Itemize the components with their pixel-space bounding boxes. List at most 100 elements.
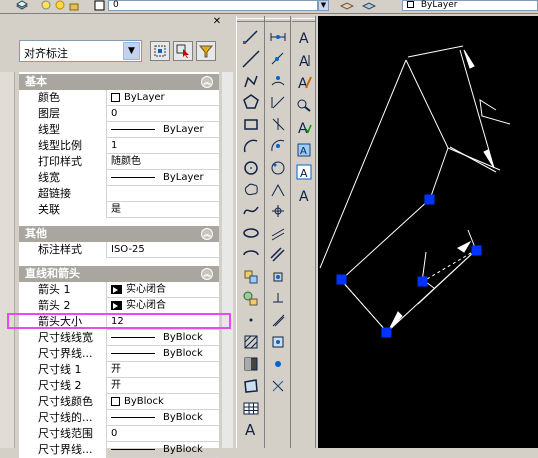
property-row-dimline-color[interactable]: 尺寸线颜色 ByBlock [19, 394, 219, 410]
property-row-arrow1[interactable]: 箭头 1 实心闭合 [19, 282, 219, 298]
property-row-extline-linetype[interactable]: 尺寸界线... ByBlock [19, 442, 219, 458]
ellipse-arc-icon[interactable] [242, 246, 260, 264]
layer-manager-icon[interactable] [16, 0, 28, 11]
justify-text-icon[interactable]: A [295, 186, 313, 204]
scale-text-icon[interactable]: A [295, 163, 313, 181]
property-value: ByBlock [111, 346, 219, 362]
property-row-lineweight[interactable]: 线宽 ByLayer [19, 170, 219, 186]
linear-dim-icon[interactable] [269, 28, 287, 46]
dim-text-edit-icon[interactable] [269, 355, 287, 373]
revision-cloud-icon[interactable] [242, 181, 260, 199]
property-row-dimline2[interactable]: 尺寸线 2 开 [19, 378, 219, 394]
grip-point[interactable] [336, 274, 347, 285]
select-objects-icon[interactable] [173, 41, 193, 61]
arc-icon[interactable] [242, 137, 260, 155]
collapse-icon[interactable]: ︽ [201, 76, 213, 88]
arc-length-icon[interactable] [269, 72, 287, 90]
grip-point[interactable] [381, 327, 392, 338]
grip-point[interactable] [424, 194, 435, 205]
tolerance-icon[interactable] [269, 290, 287, 308]
toolbar-grip[interactable] [292, 18, 315, 22]
text-style-icon[interactable]: A [295, 141, 313, 159]
property-row-dimline-weight[interactable]: 尺寸线线宽 ByBlock [19, 330, 219, 346]
ordinate-icon[interactable] [269, 93, 287, 111]
quick-leader-icon[interactable] [269, 268, 287, 286]
layer-combo[interactable]: 0 [108, 0, 318, 11]
property-row-dimstyle[interactable]: 标注样式 ISO-25 [19, 242, 219, 258]
edit-text-icon[interactable]: A [295, 73, 313, 91]
ellipse-icon[interactable] [242, 224, 260, 242]
property-row-dimline-extension[interactable]: 尺寸线范围 0 [19, 426, 219, 442]
property-row-linetype[interactable]: 线型 ByLayer [19, 122, 219, 138]
property-row-dimline-linetype[interactable]: 尺寸线的... ByBlock [19, 410, 219, 426]
jogged-icon[interactable] [269, 137, 287, 155]
layer-match-icon[interactable] [361, 0, 377, 11]
property-row-arrow2[interactable]: 箭头 2 实心闭合 [19, 298, 219, 314]
spell-icon[interactable]: A [295, 118, 313, 136]
quick-dim-icon[interactable] [269, 202, 287, 220]
center-mark-icon[interactable] [269, 311, 287, 329]
mtext-icon[interactable]: A [295, 28, 313, 46]
property-key: 箭头 2 [19, 298, 107, 314]
toolbar-grip[interactable] [265, 18, 290, 22]
collapse-icon[interactable]: ︽ [201, 268, 213, 280]
gradient-icon[interactable] [242, 355, 260, 373]
single-text-icon[interactable]: A [295, 51, 313, 69]
drawing-svg [319, 45, 511, 338]
section-basic[interactable]: 基本 ︽ [19, 74, 219, 90]
chevron-down-icon[interactable]: ▼ [318, 0, 329, 11]
line-icon[interactable] [242, 28, 260, 46]
grip-point[interactable] [471, 245, 482, 256]
circle-icon[interactable] [242, 159, 260, 177]
construction-line-icon[interactable] [242, 50, 260, 68]
polyline-icon[interactable] [242, 72, 260, 90]
section-lines-arrows[interactable]: 直线和箭头 ︽ [19, 266, 219, 282]
spline-icon[interactable] [242, 202, 260, 220]
vertical-scrollbar[interactable] [222, 72, 233, 448]
dimension-toolbar [265, 16, 291, 448]
find-icon[interactable] [295, 96, 313, 114]
diameter-icon[interactable] [269, 159, 287, 177]
property-row-dimline1[interactable]: 尺寸线 1 开 [19, 362, 219, 378]
object-type-value: 对齐标注 [24, 47, 68, 60]
chevron-down-icon[interactable]: ▼ [123, 42, 140, 60]
section-other-label: 其他 [25, 227, 47, 240]
property-row-associative[interactable]: 关联 是 [19, 202, 219, 218]
color-combo[interactable]: ByLayer [402, 0, 538, 11]
property-row-plotstyle[interactable]: 打印样式 随颜色 [19, 154, 219, 170]
section-lines-arrows-label: 直线和箭头 [25, 267, 80, 280]
property-key: 颜色 [19, 90, 107, 106]
insert-block-icon[interactable] [242, 268, 260, 286]
toggle-pickadd-icon[interactable] [150, 41, 170, 61]
polygon-icon[interactable] [242, 93, 260, 111]
property-row-layer[interactable]: 图层 0 [19, 106, 219, 122]
angular-icon[interactable] [269, 181, 287, 199]
hatch-icon[interactable] [242, 333, 260, 351]
layer-previous-icon[interactable] [339, 0, 355, 11]
property-row-hyperlink[interactable]: 超链接 [19, 186, 219, 202]
section-other[interactable]: 其他 ︽ [19, 226, 219, 242]
region-icon[interactable] [242, 377, 260, 395]
collapse-icon[interactable]: ︽ [201, 228, 213, 240]
dim-edit-icon[interactable] [269, 333, 287, 351]
property-key: 线型 [19, 122, 107, 138]
object-type-dropdown[interactable]: 对齐标注 ▼ [19, 40, 142, 62]
grip-point[interactable] [417, 276, 428, 287]
rectangle-icon[interactable] [242, 115, 260, 133]
quick-select-icon[interactable] [196, 41, 216, 61]
close-icon[interactable]: ✕ [211, 17, 223, 28]
property-row-ltscale[interactable]: 线型比例 1 [19, 138, 219, 154]
property-row-color[interactable]: 颜色 ByLayer [19, 90, 219, 106]
point-icon[interactable] [242, 311, 260, 329]
baseline-icon[interactable] [269, 224, 287, 242]
multiline-text-icon[interactable]: A [242, 420, 260, 438]
continue-icon[interactable] [269, 246, 287, 264]
property-row-extline-weight[interactable]: 尺寸界线... ByBlock [19, 346, 219, 362]
radius-icon[interactable] [269, 115, 287, 133]
make-block-icon[interactable] [242, 290, 260, 308]
dim-update-icon[interactable] [269, 377, 287, 395]
aligned-dim-icon[interactable] [269, 50, 287, 68]
drawing-canvas[interactable] [318, 16, 538, 448]
toolbar-grip[interactable] [237, 18, 264, 22]
table-icon[interactable] [242, 399, 260, 417]
